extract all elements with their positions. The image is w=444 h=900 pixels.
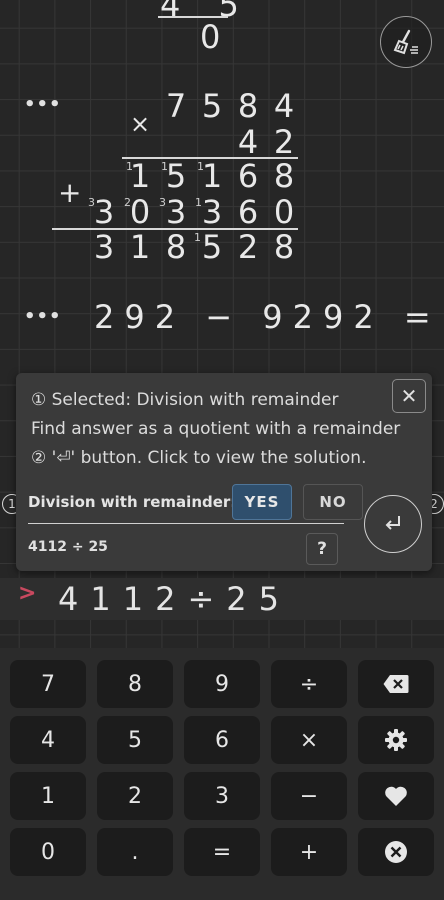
digit: 8 bbox=[165, 228, 187, 266]
key-backspace[interactable] bbox=[358, 660, 434, 708]
clear-history-button[interactable] bbox=[380, 16, 432, 68]
carry-digit: 3 bbox=[88, 196, 95, 209]
keypad: 7 8 9 ÷ 4 5 6 × 1 2 3 − 0 . = + bbox=[0, 648, 444, 900]
popup-description-text: Find answer as a quotient with a remaind… bbox=[31, 419, 401, 439]
expression-input[interactable]: 4112÷25 bbox=[58, 578, 291, 620]
digit: 7 bbox=[165, 87, 187, 125]
no-button[interactable]: NO bbox=[303, 484, 363, 520]
carry-digit: 1 bbox=[161, 160, 168, 173]
key-multiply[interactable]: × bbox=[271, 716, 347, 764]
help-button[interactable]: ? bbox=[306, 533, 338, 565]
carry-digit: 1 bbox=[195, 196, 202, 209]
digit: 4 bbox=[237, 123, 259, 161]
digit: 8 bbox=[237, 87, 259, 125]
history-more-button-2[interactable]: ••• bbox=[24, 306, 62, 327]
digit: 5 bbox=[201, 87, 223, 125]
carry-digit: 1 bbox=[197, 160, 204, 173]
expression-input-row[interactable]: > 4112÷25 bbox=[0, 578, 444, 620]
multiplier-row: 4 2 bbox=[230, 124, 302, 160]
operation-popup: ① Selected: Division with remainder Find… bbox=[16, 373, 432, 571]
key-2[interactable]: 2 bbox=[97, 772, 173, 820]
popup-close-button[interactable]: ✕ bbox=[392, 379, 426, 413]
carry-digit: 3 bbox=[159, 196, 166, 209]
partial-product-1-row: 1 5 1 6 8 bbox=[122, 158, 302, 194]
key-decimal[interactable]: . bbox=[97, 828, 173, 876]
key-equals[interactable]: = bbox=[184, 828, 260, 876]
key-clear[interactable] bbox=[358, 828, 434, 876]
key-4[interactable]: 4 bbox=[10, 716, 86, 764]
key-plus[interactable]: + bbox=[271, 828, 347, 876]
popup-expression: 4112 ÷ 25 bbox=[28, 539, 108, 555]
digit: 1 bbox=[129, 228, 151, 266]
key-favorite[interactable] bbox=[358, 772, 434, 820]
prompt-marker: > bbox=[18, 581, 37, 606]
key-divide[interactable]: ÷ bbox=[271, 660, 347, 708]
multiply-operator: × bbox=[130, 110, 151, 138]
clear-icon bbox=[385, 841, 407, 863]
digit: 2 bbox=[237, 228, 259, 266]
partial-top-remainder: 0 bbox=[200, 18, 221, 56]
division-remainder-label: Division with remainder: bbox=[28, 493, 237, 511]
carry-digit: 1 bbox=[126, 160, 133, 173]
key-minus[interactable]: − bbox=[271, 772, 347, 820]
digit: 8 bbox=[273, 228, 295, 266]
close-icon: ✕ bbox=[400, 384, 418, 408]
yes-button[interactable]: YES bbox=[232, 484, 292, 520]
popup-divider bbox=[28, 523, 344, 524]
partial-product-2-row: 3 0 3 3 6 0 bbox=[86, 194, 302, 230]
digit: 3 bbox=[93, 228, 115, 266]
digit: 8 bbox=[273, 157, 295, 195]
popup-selected-text: ① Selected: Division with remainder bbox=[31, 390, 339, 410]
history-more-button-1[interactable]: ••• bbox=[24, 94, 62, 115]
digit: 6 bbox=[237, 193, 259, 231]
digit: 6 bbox=[237, 157, 259, 195]
key-7[interactable]: 7 bbox=[10, 660, 86, 708]
digit: 2 bbox=[273, 123, 295, 161]
popup-hint-text: ② '⏎' button. Click to view the solution… bbox=[31, 448, 367, 468]
digit: 0 bbox=[273, 193, 295, 231]
subtraction-expression: 292 − 9292 = bbox=[94, 298, 441, 336]
plus-operator: + bbox=[58, 176, 82, 209]
gear-icon bbox=[385, 729, 407, 751]
carry-digit: 2 bbox=[124, 196, 131, 209]
key-9[interactable]: 9 bbox=[184, 660, 260, 708]
multiplicand-row: 7 5 8 4 bbox=[158, 88, 302, 124]
solve-enter-button[interactable] bbox=[364, 495, 422, 553]
key-settings[interactable] bbox=[358, 716, 434, 764]
key-5[interactable]: 5 bbox=[97, 716, 173, 764]
heart-icon bbox=[385, 786, 407, 806]
key-6[interactable]: 6 bbox=[184, 716, 260, 764]
digit: 4 bbox=[273, 87, 295, 125]
key-3[interactable]: 3 bbox=[184, 772, 260, 820]
key-1[interactable]: 1 bbox=[10, 772, 86, 820]
carry-digit: 1 bbox=[194, 231, 201, 244]
backspace-icon bbox=[383, 675, 409, 693]
key-0[interactable]: 0 bbox=[10, 828, 86, 876]
broom-icon bbox=[393, 29, 418, 55]
enter-icon bbox=[385, 516, 400, 530]
key-8[interactable]: 8 bbox=[97, 660, 173, 708]
